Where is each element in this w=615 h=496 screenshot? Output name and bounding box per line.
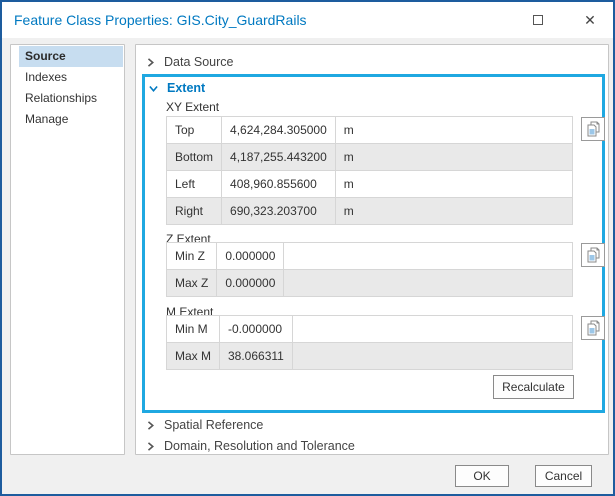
row-value[interactable]: 690,323.203700 xyxy=(222,198,336,225)
titlebar: Feature Class Properties: GIS.City_Guard… xyxy=(2,2,613,38)
table-row: Left 408,960.855600 m xyxy=(167,171,573,198)
row-unit: m xyxy=(335,198,572,225)
section-spatial-reference[interactable]: Spatial Reference xyxy=(146,418,263,432)
section-data-source[interactable]: Data Source xyxy=(146,55,233,69)
source-content-panel: Data Source Extent XY Extent Top 4,624,2… xyxy=(135,44,609,455)
table-row: Max Z 0.000000 xyxy=(167,270,573,297)
sidebar-item-indexes[interactable]: Indexes xyxy=(19,67,123,88)
sidebar-item-relationships[interactable]: Relationships xyxy=(19,88,123,109)
row-label: Right xyxy=(167,198,222,225)
sidebar: Source Indexes Relationships Manage xyxy=(10,44,125,455)
table-row: Max M 38.066311 xyxy=(167,343,573,370)
row-unit xyxy=(284,243,573,270)
row-unit xyxy=(292,343,572,370)
row-unit xyxy=(292,316,572,343)
dialog-title: Feature Class Properties: GIS.City_Guard… xyxy=(14,12,307,28)
row-value[interactable]: 0.000000 xyxy=(217,243,284,270)
table-row: Right 690,323.203700 m xyxy=(167,198,573,225)
row-label: Bottom xyxy=(167,144,222,171)
copy-xy-extent-button[interactable] xyxy=(581,117,605,141)
row-value[interactable]: -0.000000 xyxy=(220,316,293,343)
chevron-right-icon xyxy=(146,421,155,430)
close-icon: ✕ xyxy=(584,13,596,27)
ok-button[interactable]: OK xyxy=(455,465,509,487)
copy-m-extent-button[interactable] xyxy=(581,316,605,340)
extent-section-highlight: Extent XY Extent Top 4,624,284.305000 m … xyxy=(142,74,605,413)
row-label: Top xyxy=(167,117,222,144)
copy-icon xyxy=(586,320,601,336)
section-label: Extent xyxy=(167,81,205,95)
maximize-icon xyxy=(533,15,543,25)
copy-icon xyxy=(586,247,601,263)
row-unit xyxy=(284,270,573,297)
row-value[interactable]: 408,960.855600 xyxy=(222,171,336,198)
sidebar-item-manage[interactable]: Manage xyxy=(19,109,123,130)
row-unit: m xyxy=(335,117,572,144)
row-label: Min Z xyxy=(167,243,217,270)
row-value[interactable]: 4,187,255.443200 xyxy=(222,144,336,171)
copy-z-extent-button[interactable] xyxy=(581,243,605,267)
chevron-right-icon xyxy=(146,58,155,67)
chevron-right-icon xyxy=(146,442,155,451)
z-extent-table: Min Z 0.000000 Max Z 0.000000 xyxy=(166,242,573,297)
table-row: Bottom 4,187,255.443200 m xyxy=(167,144,573,171)
chevron-down-icon xyxy=(149,84,158,93)
row-unit: m xyxy=(335,171,572,198)
row-unit: m xyxy=(335,144,572,171)
table-row: Min M -0.000000 xyxy=(167,316,573,343)
cancel-button[interactable]: Cancel xyxy=(535,465,592,487)
xy-extent-title: XY Extent xyxy=(166,100,219,114)
row-value[interactable]: 4,624,284.305000 xyxy=(222,117,336,144)
xy-extent-table: Top 4,624,284.305000 m Bottom 4,187,255.… xyxy=(166,116,573,225)
table-row: Top 4,624,284.305000 m xyxy=(167,117,573,144)
feature-class-properties-dialog: Feature Class Properties: GIS.City_Guard… xyxy=(0,0,615,496)
table-row: Min Z 0.000000 xyxy=(167,243,573,270)
row-label: Min M xyxy=(167,316,220,343)
section-domain-resolution-tolerance[interactable]: Domain, Resolution and Tolerance xyxy=(146,439,355,453)
row-label: Max M xyxy=(167,343,220,370)
sidebar-item-source[interactable]: Source xyxy=(19,46,123,67)
close-button[interactable]: ✕ xyxy=(573,5,607,35)
section-label: Spatial Reference xyxy=(164,418,263,432)
section-label: Data Source xyxy=(164,55,233,69)
row-label: Max Z xyxy=(167,270,217,297)
row-value[interactable]: 38.066311 xyxy=(220,343,293,370)
row-label: Left xyxy=(167,171,222,198)
recalculate-button[interactable]: Recalculate xyxy=(493,375,574,399)
section-label: Domain, Resolution and Tolerance xyxy=(164,439,355,453)
m-extent-table: Min M -0.000000 Max M 38.066311 xyxy=(166,315,573,370)
maximize-button[interactable] xyxy=(521,5,555,35)
copy-icon xyxy=(586,121,601,137)
row-value[interactable]: 0.000000 xyxy=(217,270,284,297)
section-extent[interactable]: Extent xyxy=(149,81,205,95)
